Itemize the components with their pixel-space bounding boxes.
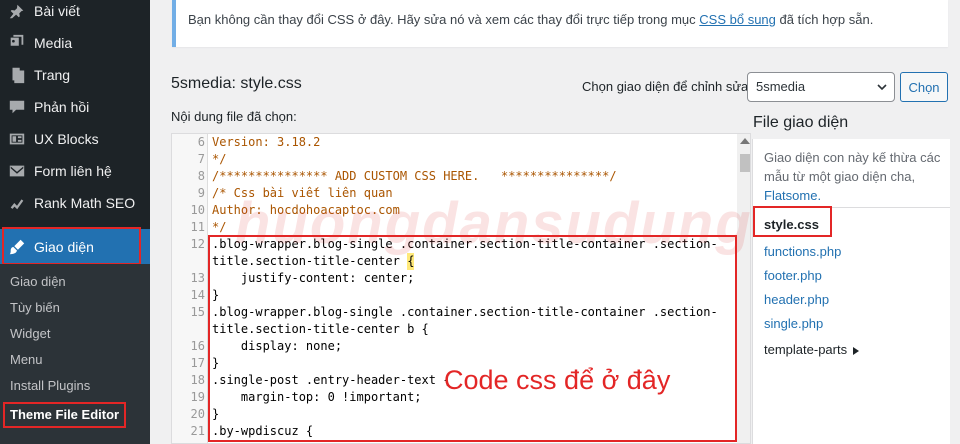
- line-number: 11: [190, 220, 205, 234]
- menu-label: Form liên hệ: [34, 163, 112, 179]
- css-notice: Bạn không cần thay đổi CSS ở đây. Hãy sử…: [172, 0, 948, 47]
- line-number: 7: [197, 152, 205, 166]
- code-text: Version: 3.18.2: [212, 135, 321, 149]
- code-text: display: none;: [212, 339, 343, 353]
- line-number: 14: [190, 288, 205, 302]
- menu-item-pages[interactable]: Trang: [0, 59, 150, 91]
- theme-files-heading: File giao diện: [753, 114, 849, 131]
- additional-css-link[interactable]: CSS bổ sung: [699, 12, 776, 27]
- code-text: .blog-wrapper.blog-single .container.sec…: [212, 305, 718, 319]
- editor-scrollbar[interactable]: [737, 134, 750, 443]
- code-text: }: [212, 288, 220, 302]
- code-text: title.section-title-center b {: [212, 322, 429, 336]
- file-footer-php[interactable]: footer.php: [764, 268, 822, 283]
- code-text: /*************** ADD CUSTOM CSS HERE. **…: [212, 169, 617, 183]
- menu-item-ux-blocks[interactable]: UX Blocks: [0, 123, 150, 155]
- file-functions-php[interactable]: functions.php: [764, 244, 841, 259]
- select-theme-button[interactable]: Chọn: [900, 72, 948, 102]
- file-content-label: Nội dung file đã chọn:: [171, 109, 297, 124]
- menu-item-appearance[interactable]: Giao diện: [0, 229, 150, 264]
- menu-label: Bài viết: [34, 3, 80, 19]
- code-text: margin-top: 0 !important;: [212, 390, 422, 404]
- menu-item-contact-form[interactable]: Form liên hệ: [0, 155, 150, 187]
- menu-item-rank-math[interactable]: Rank Math SEO: [0, 187, 150, 219]
- submenu-customize[interactable]: Tùy biến: [10, 300, 60, 315]
- brush-icon: [0, 238, 34, 256]
- line-number: 8: [197, 169, 205, 183]
- notice-text: Bạn không cần thay đổi CSS ở đây. Hãy sử…: [188, 12, 700, 27]
- menu-item-media[interactable]: Media: [0, 27, 150, 59]
- line-number: 6: [197, 135, 205, 149]
- line-number: 15: [190, 305, 205, 319]
- code-text: .by-wpdiscuz {: [212, 424, 314, 438]
- appearance-submenu: Giao diện Tùy biến Widget Menu Install P…: [0, 264, 150, 444]
- code-editor[interactable]: 6 Version: 3.18.2 7 */ 8 /*************** ADD…: [171, 133, 751, 444]
- line-number: 21: [190, 424, 205, 438]
- code-text: */: [212, 220, 227, 234]
- line-number: 18: [190, 373, 205, 387]
- rankmath-icon: [0, 194, 34, 212]
- admin-sidebar: Bài viết Media Trang Phản hồi UX Blocks …: [0, 0, 150, 444]
- menu-label: Media: [34, 35, 73, 51]
- scroll-up-icon[interactable]: [740, 138, 750, 144]
- theme-files-description: Giao diện con này kế thừa các mẫu từ một…: [764, 148, 946, 205]
- description-text: Giao diện con này kế thừa các mẫu từ một…: [764, 150, 941, 184]
- line-number: 19: [190, 390, 205, 404]
- blocks-icon: [0, 130, 34, 148]
- code-text: }: [212, 407, 220, 421]
- file-style-css[interactable]: style.css: [764, 217, 819, 232]
- submenu-theme-file-editor[interactable]: Theme File Editor: [10, 407, 119, 422]
- line-number: 12: [190, 237, 205, 251]
- editing-file-title: 5smedia: style.css: [171, 75, 302, 92]
- folder-template-parts[interactable]: template-parts: [764, 342, 860, 357]
- menu-item-comments[interactable]: Phản hồi: [0, 91, 150, 123]
- parent-theme-link[interactable]: Flatsome.: [764, 188, 821, 203]
- submenu-themes[interactable]: Giao diện: [10, 274, 66, 289]
- code-text: .blog-wrapper.blog-single .container.sec…: [212, 237, 718, 251]
- code-text: }: [212, 356, 220, 370]
- menu-label: UX Blocks: [34, 131, 99, 147]
- code-text: */: [212, 152, 227, 166]
- submenu-install-plugins[interactable]: Install Plugins: [10, 378, 90, 393]
- line-number: 9: [197, 186, 205, 200]
- caret-right-icon: [853, 346, 860, 355]
- code-callout: Code css để ở đây: [444, 365, 671, 395]
- submenu-widgets[interactable]: Widget: [10, 326, 50, 341]
- file-header-php[interactable]: header.php: [764, 292, 829, 307]
- notice-suffix: đã tích hợp sẵn.: [775, 12, 874, 27]
- menu-label: Phản hồi: [34, 99, 90, 115]
- code-text: /* Css bài viết liên quan: [212, 186, 393, 200]
- mail-icon: [0, 162, 34, 180]
- menu-item-posts[interactable]: Bài viết: [0, 0, 150, 27]
- line-number: 17: [190, 356, 205, 370]
- line-number: 16: [190, 339, 205, 353]
- theme-select-label: Chọn giao diện để chỉnh sửa:: [582, 79, 752, 94]
- line-number: 13: [190, 271, 205, 285]
- code-text: justify-content: center;: [212, 271, 415, 285]
- code-text: title.section-title-center: [212, 254, 408, 268]
- menu-label: Giao diện: [34, 238, 94, 255]
- folder-label: template-parts: [764, 342, 848, 357]
- code-text: Author: hocdohoacaptoc.com: [212, 203, 400, 217]
- pin-icon: [0, 2, 34, 20]
- chevron-down-icon: [877, 84, 887, 91]
- media-icon: [0, 34, 34, 52]
- menu-label: Rank Math SEO: [34, 195, 136, 211]
- comment-icon: [0, 98, 34, 116]
- matched-brace: {: [407, 253, 415, 270]
- submenu-menus[interactable]: Menu: [10, 352, 43, 367]
- line-number: 10: [190, 203, 205, 217]
- theme-select[interactable]: 5smedia: [747, 72, 895, 102]
- scroll-thumb[interactable]: [740, 154, 750, 172]
- file-single-php[interactable]: single.php: [764, 316, 823, 331]
- files-divider: [752, 207, 950, 208]
- page-icon: [0, 66, 34, 84]
- menu-label: Trang: [34, 67, 71, 83]
- theme-select-value: 5smedia: [756, 79, 806, 94]
- line-number: 20: [190, 407, 205, 421]
- code-text: .single-post .entry-header-text {: [212, 373, 451, 387]
